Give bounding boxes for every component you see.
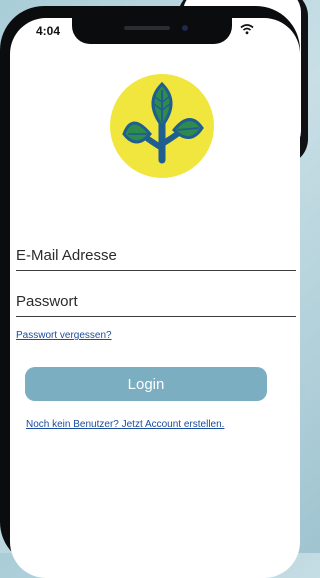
plant-sprout-icon (122, 81, 204, 164)
password-placeholder: Passwort (16, 293, 78, 310)
app-logo (110, 74, 214, 178)
forgot-password-link[interactable]: Passwort vergessen? (16, 330, 112, 341)
email-placeholder: E-Mail Adresse (16, 247, 117, 264)
create-account-link[interactable]: Noch kein Benutzer? Jetzt Account erstel… (26, 419, 276, 430)
email-field[interactable]: E-Mail Adresse (16, 240, 296, 271)
login-button[interactable]: Login (25, 367, 267, 401)
notch (72, 18, 232, 44)
wifi-icon (240, 24, 254, 35)
password-field[interactable]: Passwort (16, 286, 296, 317)
status-time: 4:04 (36, 24, 61, 38)
camera (182, 25, 188, 31)
speaker (124, 26, 170, 30)
